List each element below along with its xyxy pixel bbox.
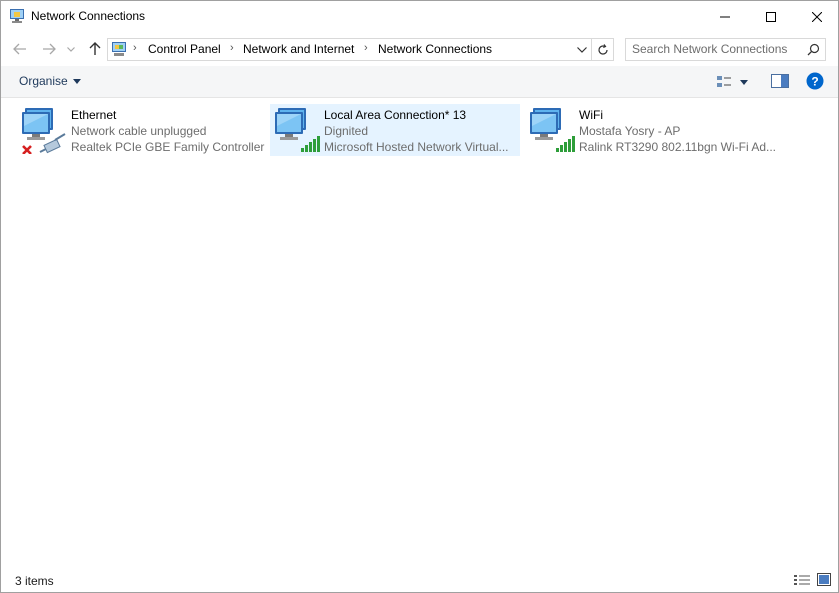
connection-status: Mostafa Yosry - AP (579, 124, 681, 138)
maximize-button[interactable] (748, 1, 794, 32)
view-options-icon (717, 76, 731, 87)
forward-button[interactable] (38, 38, 60, 60)
maximize-icon (766, 11, 776, 22)
navigation-bar: › Control Panel › Network and Internet ›… (1, 32, 838, 66)
search-input[interactable] (632, 41, 796, 57)
address-history-button[interactable] (573, 39, 591, 60)
breadcrumb-separator-icon: › (230, 42, 234, 54)
breadcrumb-network-and-internet[interactable]: Network and Internet (243, 42, 354, 56)
network-signal-icon (275, 108, 320, 152)
breadcrumb-separator-icon: › (364, 42, 368, 54)
minimize-icon (720, 16, 730, 17)
connection-status: Dignited (324, 124, 369, 138)
minimize-button[interactable] (702, 1, 748, 32)
breadcrumb-control-panel[interactable]: Control Panel (148, 42, 221, 56)
connection-name: WiFi (579, 108, 603, 122)
chevron-down-icon (577, 46, 587, 53)
caret-down-icon (740, 79, 748, 85)
search-box[interactable] (625, 38, 826, 61)
caret-down-icon (72, 78, 81, 84)
svg-text:?: ? (811, 75, 818, 89)
connection-name: Local Area Connection* 13 (324, 108, 467, 122)
connections-list: Ethernet Network cable unplugged Realtek… (1, 98, 838, 568)
up-button[interactable] (84, 38, 106, 60)
connection-name: Ethernet (71, 108, 117, 122)
command-bar: Organise ? (1, 66, 838, 98)
connection-item-local-area-connection-13[interactable]: Local Area Connection* 13 Dignited Micro… (270, 104, 520, 156)
connection-device: Realtek PCIe GBE Family Controller (71, 140, 265, 154)
arrow-right-icon (43, 43, 56, 55)
close-button[interactable] (794, 1, 838, 32)
close-icon (812, 11, 822, 22)
arrow-left-icon (13, 43, 26, 55)
large-icons-view-icon[interactable] (817, 573, 831, 586)
connection-text: WiFi Mostafa Yosry - AP Ralink RT3290 80… (579, 107, 776, 155)
recent-locations-button[interactable] (63, 38, 79, 60)
search-icon[interactable] (807, 43, 820, 56)
wifi-signal-icon (530, 108, 575, 152)
preview-pane-icon[interactable] (771, 74, 789, 88)
chevron-down-icon (67, 46, 75, 52)
network-connections-window: Network Connections › Control Panel › Ne… (0, 0, 839, 593)
arrow-up-icon (89, 42, 101, 55)
refresh-button[interactable] (591, 39, 613, 60)
back-button[interactable] (9, 38, 31, 60)
connection-device: Ralink RT3290 802.11bgn Wi-Fi Ad... (579, 140, 776, 154)
details-view-icon[interactable] (794, 574, 810, 586)
item-count: 3 items (15, 574, 54, 588)
connection-status: Network cable unplugged (71, 124, 207, 138)
change-view-button[interactable] (716, 74, 754, 90)
help-icon[interactable]: ? (806, 72, 824, 90)
breadcrumb-network-connections[interactable]: Network Connections (378, 42, 492, 56)
connection-item-ethernet[interactable]: Ethernet Network cable unplugged Realtek… (17, 104, 267, 156)
title-bar[interactable]: Network Connections (1, 1, 838, 32)
refresh-icon (597, 43, 608, 55)
breadcrumb-separator-icon: › (133, 42, 137, 54)
control-panel-icon (112, 42, 126, 56)
organise-button[interactable]: Organise (19, 74, 81, 88)
connection-item-wifi[interactable]: WiFi Mostafa Yosry - AP Ralink RT3290 80… (525, 104, 776, 156)
connection-text: Ethernet Network cable unplugged Realtek… (71, 107, 264, 155)
network-connections-icon (10, 9, 24, 23)
connection-device: Microsoft Hosted Network Virtual... (324, 140, 509, 154)
window-title: Network Connections (31, 9, 146, 23)
connection-text: Local Area Connection* 13 Dignited Micro… (324, 107, 509, 155)
address-bar[interactable]: › Control Panel › Network and Internet ›… (107, 38, 614, 61)
ethernet-disconnected-icon (22, 108, 66, 154)
status-bar: 3 items (1, 568, 838, 592)
organise-label: Organise (19, 74, 68, 88)
